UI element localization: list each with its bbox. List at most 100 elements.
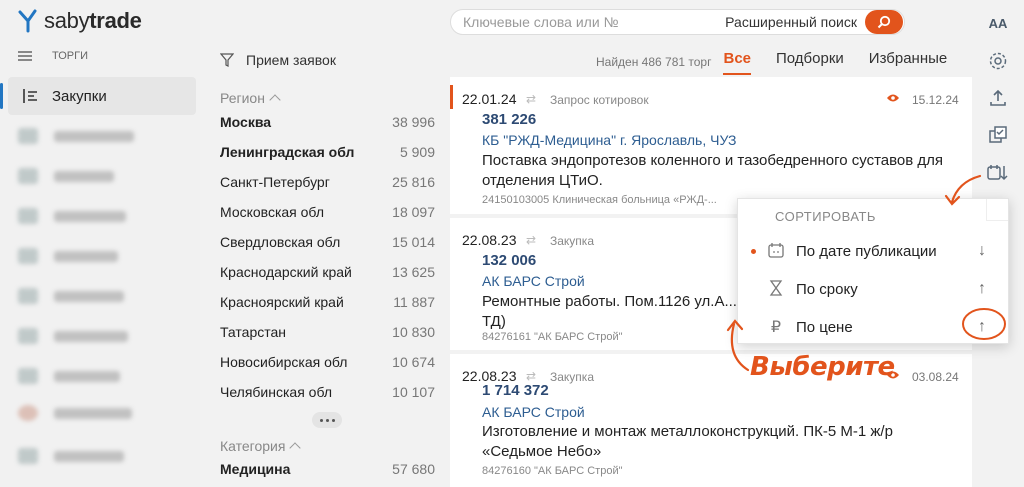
menu-icon[interactable] [18,51,32,61]
region-name: Челябинская обл [220,384,333,400]
sidebar-item-blurred[interactable] [18,368,120,384]
export-button[interactable] [987,87,1009,109]
category-count: 57 680 [392,461,435,477]
search-bar: Ключевые слова или № Расширенный поиск [450,9,905,35]
sort-direction-icon[interactable]: ↑ [978,318,986,336]
tender-card[interactable]: 22.01.24 ⇄ Запрос котировок 381 226 КБ "… [450,77,972,214]
exchange-icon: ⇄ [526,233,537,247]
sidebar-item-blurred[interactable] [18,208,126,224]
font-size-button[interactable]: AA [987,12,1009,34]
sidebar-item-blurred[interactable] [18,168,114,184]
region-row[interactable]: Краснодарский край 13 625 [220,264,435,280]
tab-favorites[interactable]: Избранные [869,50,947,73]
sidebar-item-blurred[interactable] [18,288,124,304]
more-button[interactable] [312,412,342,428]
sidebar-item-label: Закупки [52,87,107,105]
region-name: Ленинградская обл [220,144,355,160]
settings-button[interactable] [987,50,1009,72]
region-row[interactable]: Красноярский край 11 887 [220,294,435,310]
tab-collections[interactable]: Подборки [776,50,844,73]
region-count: 25 816 [392,174,435,190]
tabs-bar: Найден 486 781 торг Все Подборки Избранн… [596,50,972,75]
sort-popup-title: СОРТИРОВАТЬ [775,209,876,224]
region-row[interactable]: Санкт-Петербург 25 816 [220,174,435,190]
annotation-text: Выберите [750,352,895,382]
eye-icon [887,94,899,102]
filter-header[interactable]: Прием заявок [220,52,336,68]
sort-option-date[interactable]: По дате публикации ↓ [738,236,1008,266]
gear-icon [989,52,1007,70]
region-name: Татарстан [220,324,287,340]
logo[interactable]: sabytrade [18,8,142,34]
filters-panel: Прием заявок Регион Москва 38 996 Ленингра… [200,0,445,487]
region-row[interactable]: Московская обл 18 097 [220,204,435,220]
chevron-up-icon [269,94,281,106]
card-organization[interactable]: КБ "РЖД-Медицина" г. Ярославль, ЧУЗ [482,132,737,148]
sort-option-price[interactable]: ₽ По цене ↑ [738,312,1008,342]
card-meta: 84276160 "АК БАРС Строй" [482,465,623,477]
sidebar-item-blurred[interactable] [18,128,134,144]
region-row[interactable]: Татарстан 10 830 [220,324,435,340]
card-date: 22.01.24 [462,91,517,107]
region-group-title[interactable]: Регион [220,90,281,106]
sidebar-item-blurred[interactable] [18,448,124,464]
calendar-icon [766,242,786,261]
compare-button[interactable] [987,124,1009,146]
sidebar-section: ТОРГИ [18,50,88,62]
region-name: Новосибирская обл [220,354,348,370]
logo-icon [18,9,37,33]
tab-all[interactable]: Все [723,50,751,75]
sort-option-label: По цене [796,318,853,336]
card-deadline: 03.08.24 [912,370,959,384]
card-description[interactable]: Поставка эндопротезов коленного и тазобе… [482,151,952,191]
card-marker [450,85,453,109]
card-date: 22.08.23 [462,232,517,248]
sort-option-deadline[interactable]: По сроку ↑ [738,274,1008,304]
card-price: 381 226 [482,111,537,128]
hourglass-icon [766,279,786,299]
sidebar-item-blurred[interactable] [18,328,128,344]
card-price: 1 714 372 [482,382,549,399]
advanced-search-link[interactable]: Расширенный поиск [725,14,857,30]
sidebar-item-blurred[interactable] [18,405,132,421]
region-count: 10 830 [392,324,435,340]
sidebar-item-blurred[interactable] [18,248,118,264]
region-count: 5 909 [399,144,435,160]
region-row[interactable]: Свердловская обл 15 014 [220,234,435,250]
card-type: Запрос котировок [550,93,649,107]
sidebar: sabytrade ТОРГИ Закупки [0,0,200,487]
card-organization[interactable]: АК БАРС Строй [482,273,585,289]
region-title-label: Регион [220,90,265,106]
sort-button[interactable] [987,162,1009,184]
search-icon [877,15,891,29]
card-description[interactable]: Изготовление и монтаж металлоконструкций… [482,422,952,462]
card-deadline: 15.12.24 [912,93,959,107]
category-group-title[interactable]: Категория [220,438,302,454]
region-count: 10 674 [392,354,435,370]
region-row[interactable]: Челябинская обл 10 107 [220,384,435,400]
category-row[interactable]: Медицина 57 680 [220,461,435,477]
sort-popup: СОРТИРОВАТЬ По дате публикации ↓ По срок… [737,198,1009,344]
chevron-up-icon [289,442,302,454]
region-name: Красноярский край [220,294,344,310]
search-input[interactable]: Ключевые слова или № [463,14,725,30]
ruble-icon: ₽ [770,319,782,336]
region-row[interactable]: Москва 38 996 [220,114,435,130]
region-count: 10 107 [392,384,435,400]
sort-direction-icon[interactable]: ↓ [978,242,986,260]
card-organization[interactable]: АК БАРС Строй [482,404,585,420]
search-button[interactable] [865,10,903,34]
region-row[interactable]: Новосибирская обл 10 674 [220,354,435,370]
region-name: Краснодарский край [220,264,352,280]
card-type: Закупка [550,370,594,384]
card-description[interactable]: Ремонтные работы. Пом.1126 ул.А... ТД) [482,292,752,332]
region-row[interactable]: Ленинградская обл 5 909 [220,144,435,160]
card-meta: 24150103005 Клиническая больница «РЖД-..… [482,194,717,206]
found-count: Найден 486 781 торг [596,54,712,69]
sidebar-item-purchases[interactable]: Закупки [0,77,196,115]
region-name: Москва [220,114,272,130]
sort-direction-icon[interactable]: ↑ [978,280,986,298]
exchange-icon: ⇄ [526,369,537,383]
card-price: 132 006 [482,252,537,269]
card-meta: 84276161 "АК БАРС Строй" [482,331,623,343]
